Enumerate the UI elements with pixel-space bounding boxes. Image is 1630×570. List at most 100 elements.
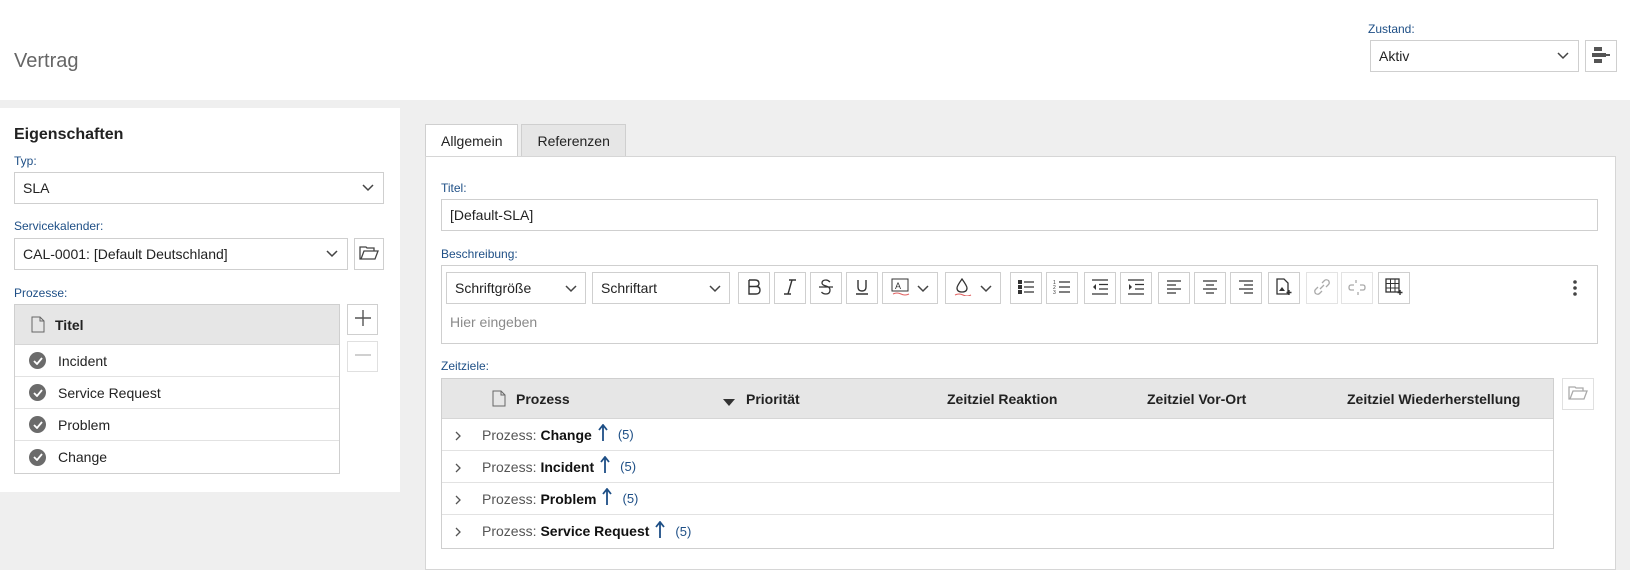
process-row[interactable]: Incident [15, 345, 339, 377]
indent-button[interactable] [1120, 272, 1152, 304]
outdent-button[interactable] [1084, 272, 1116, 304]
more-vertical-icon[interactable] [1573, 280, 1577, 299]
time-targets-table: Prozess Priorität Zeitziel Reaktion Zeit… [441, 378, 1554, 549]
column-header-reaction[interactable]: Zeitziel Reaktion [947, 391, 1057, 407]
folder-open-icon [1568, 385, 1588, 404]
arrow-up-icon [598, 423, 608, 445]
workflow-button[interactable] [1585, 40, 1617, 72]
underline-button[interactable] [846, 272, 878, 304]
targets-browse-button[interactable] [1562, 378, 1594, 410]
group-count: (5) [675, 523, 692, 539]
insert-image-button[interactable] [1268, 272, 1300, 304]
group-name: Service Request [540, 523, 650, 539]
check-circle-icon [29, 416, 46, 433]
insert-table-button[interactable] [1378, 272, 1410, 304]
remove-link-button[interactable] [1341, 272, 1373, 304]
check-circle-icon [29, 448, 46, 466]
chevron-right-icon[interactable] [454, 429, 462, 445]
font-family-select[interactable]: Schriftart [592, 272, 730, 304]
arrow-up-icon [600, 455, 610, 477]
bullet-list-icon [1017, 279, 1035, 298]
status-select[interactable]: Aktiv [1370, 40, 1579, 72]
insert-file-icon [1275, 277, 1293, 299]
editor-toolbar: Schriftgröße Schriftart A 1 2 3 [446, 270, 1593, 306]
process-group-row[interactable]: Prozess: Change (5) [442, 419, 1553, 451]
process-group-label: Prozess: Change (5) [482, 423, 634, 445]
align-right-icon [1238, 279, 1254, 297]
processes-label: Prozesse: [14, 286, 68, 300]
calendar-browse-button[interactable] [354, 238, 384, 270]
process-row[interactable]: Problem [15, 409, 339, 441]
processes-table: Titel Incident Service Request Problem C… [14, 304, 340, 474]
process-group-row[interactable]: Prozess: Service Request (5) [442, 515, 1553, 547]
column-header-process[interactable]: Prozess [516, 391, 570, 407]
chevron-right-icon[interactable] [454, 461, 462, 477]
chevron-down-icon [325, 247, 339, 261]
chevron-down-icon [361, 181, 375, 195]
group-count: (5) [620, 459, 637, 474]
bullet-list-button[interactable] [1010, 272, 1042, 304]
chevron-right-icon[interactable] [454, 525, 462, 541]
column-header-priority[interactable]: Priorität [746, 391, 800, 407]
process-group-row[interactable]: Prozess: Incident (5) [442, 451, 1553, 483]
italic-button[interactable] [774, 272, 806, 304]
chevron-right-icon[interactable] [454, 493, 462, 509]
processes-table-header[interactable]: Titel [15, 305, 339, 345]
numbered-list-button[interactable]: 123 [1046, 272, 1078, 304]
tab-allgemein[interactable]: Allgemein [425, 124, 519, 157]
folder-open-icon [359, 245, 379, 264]
process-group-label: Prozess: Problem (5) [482, 487, 639, 509]
column-header-restore[interactable]: Zeitziel Wiederherstellung [1347, 391, 1520, 407]
chevron-down-icon [980, 280, 992, 296]
targets-label: Zeitziele: [441, 359, 490, 373]
calendar-select[interactable]: CAL-0001: [Default Deutschland] [14, 238, 348, 270]
align-left-button[interactable] [1158, 272, 1190, 304]
group-prefix: Prozess: [482, 490, 537, 507]
strikethrough-button[interactable] [810, 272, 842, 304]
bold-icon [747, 278, 761, 298]
title-label: Titel: [441, 181, 467, 195]
process-row[interactable]: Change [15, 441, 339, 473]
group-prefix: Prozess: [482, 458, 537, 475]
font-color-icon: A [891, 278, 911, 299]
group-name: Change [540, 426, 592, 443]
align-center-button[interactable] [1194, 272, 1226, 304]
process-row[interactable]: Service Request [15, 377, 339, 409]
font-size-select[interactable]: Schriftgröße [446, 272, 586, 304]
svg-text:A: A [895, 281, 901, 291]
font-color-button[interactable]: A [882, 272, 938, 304]
bold-button[interactable] [738, 272, 770, 304]
title-input[interactable]: [Default-SLA] [441, 199, 1598, 231]
insert-link-button[interactable] [1306, 272, 1338, 304]
font-size-select-value: Schriftgröße [455, 280, 532, 296]
align-right-button[interactable] [1230, 272, 1262, 304]
table-icon [1385, 277, 1403, 299]
color-drop-icon [954, 277, 972, 299]
type-select[interactable]: SLA [14, 172, 384, 204]
arrow-up-icon [602, 487, 613, 509]
background-color-button[interactable] [945, 272, 1001, 304]
group-count: (5) [622, 491, 639, 506]
process-name: Problem [58, 416, 111, 433]
process-group-label: Prozess: Incident (5) [482, 455, 637, 477]
sort-desc-icon[interactable] [723, 394, 735, 410]
column-header-onsite[interactable]: Zeitziel Vor-Ort [1147, 391, 1246, 407]
remove-process-button[interactable] [347, 341, 378, 372]
group-name: Problem [540, 490, 597, 507]
italic-icon [783, 278, 797, 298]
status-label: Zustand: [1368, 22, 1415, 36]
document-icon [31, 316, 45, 333]
process-name: Change [58, 449, 108, 465]
group-name: Incident [540, 458, 595, 475]
process-group-row[interactable]: Prozess: Problem (5) [442, 483, 1553, 515]
description-editor[interactable]: Schriftgröße Schriftart A 1 2 3 Hier ein… [441, 265, 1598, 344]
strikethrough-icon [818, 278, 834, 298]
tab-referenzen[interactable]: Referenzen [521, 124, 626, 156]
minus-icon [354, 346, 372, 367]
svg-text:3: 3 [1053, 290, 1056, 295]
add-process-button[interactable] [347, 304, 378, 335]
top-bar: Vertrag Zustand: Aktiv [0, 0, 1630, 100]
group-prefix: Prozess: [482, 523, 537, 539]
align-left-icon [1166, 279, 1182, 297]
check-circle-icon [29, 352, 46, 369]
